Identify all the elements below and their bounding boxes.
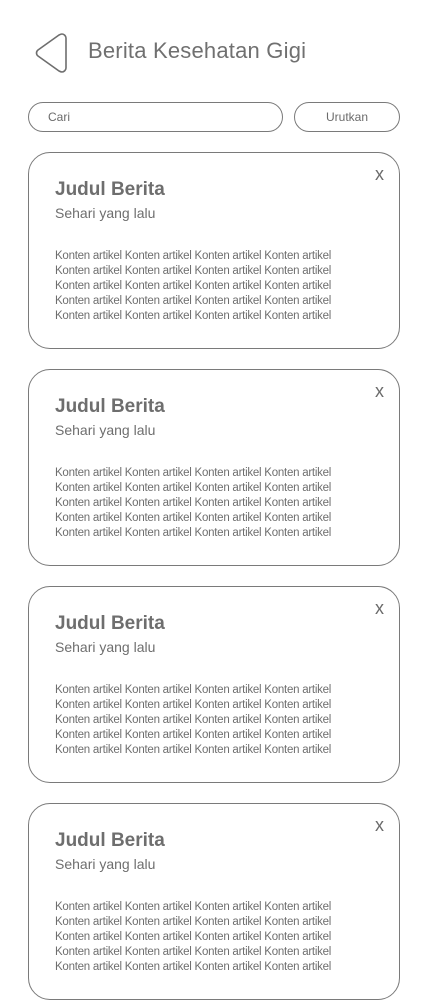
news-content-line: Konten artikel Konten artikel Konten art… [55,699,332,711]
news-title: Judul Berita [55,179,165,200]
news-title: Judul Berita [55,613,165,634]
news-timestamp: Sehari yang lalu [55,205,156,221]
news-content-line: Konten artikel Konten artikel Konten art… [55,744,332,756]
news-title: Judul Berita [55,830,165,851]
news-content-line: Konten artikel Konten artikel Konten art… [55,901,332,913]
news-content-line: Konten artikel Konten artikel Konten art… [55,512,332,524]
news-card[interactable]: x Judul Berita Sehari yang lalu Konten arti… [28,152,400,349]
news-content-line: Konten artikel Konten artikel Konten art… [55,961,332,973]
news-content-line: Konten artikel Konten artikel Konten art… [55,946,332,958]
news-content-line: Konten artikel Konten artikel Konten art… [55,931,332,943]
news-content-line: Konten artikel Konten artikel Konten art… [55,714,332,726]
news-content-line: Konten artikel Konten artikel Konten art… [55,295,332,307]
news-content-line: Konten artikel Konten artikel Konten art… [55,729,332,741]
page-title: Berita Kesehatan Gigi [88,38,307,63]
news-content-line: Konten artikel Konten artikel Konten art… [55,467,332,479]
header: Berita Kesehatan Gigi [0,0,428,100]
news-content: Konten artikel Konten artikel Konten art… [55,249,380,324]
chevron-left-icon [35,33,67,73]
news-timestamp: Sehari yang lalu [55,422,156,438]
news-card[interactable]: x Judul Berita Sehari yang lalu Konten arti… [28,803,400,1000]
news-content: Konten artikel Konten artikel Konten art… [55,900,380,975]
close-icon[interactable]: x [375,382,384,400]
news-content-line: Konten artikel Konten artikel Konten art… [55,280,332,292]
news-content-line: Konten artikel Konten artikel Konten art… [55,265,332,277]
news-content-line: Konten artikel Konten artikel Konten art… [55,482,332,494]
news-content-line: Konten artikel Konten artikel Konten art… [55,684,332,696]
news-card[interactable]: x Judul Berita Sehari yang lalu Konten arti… [28,369,400,566]
news-title: Judul Berita [55,396,165,417]
back-button[interactable] [30,30,70,76]
news-content-line: Konten artikel Konten artikel Konten art… [55,310,332,322]
close-icon[interactable]: x [375,599,384,617]
news-timestamp: Sehari yang lalu [55,856,156,872]
news-timestamp: Sehari yang lalu [55,639,156,655]
news-card[interactable]: x Judul Berita Sehari yang lalu Konten arti… [28,586,400,783]
news-content: Konten artikel Konten artikel Konten art… [55,683,380,758]
search-input[interactable] [28,102,283,132]
news-content-line: Konten artikel Konten artikel Konten art… [55,527,332,539]
close-icon[interactable]: x [375,165,384,183]
close-icon[interactable]: x [375,816,384,834]
news-content-line: Konten artikel Konten artikel Konten art… [55,497,332,509]
news-content: Konten artikel Konten artikel Konten art… [55,466,380,541]
sort-button[interactable]: Urutkan [294,102,400,132]
news-content-line: Konten artikel Konten artikel Konten art… [55,250,332,262]
news-content-line: Konten artikel Konten artikel Konten art… [55,916,332,928]
